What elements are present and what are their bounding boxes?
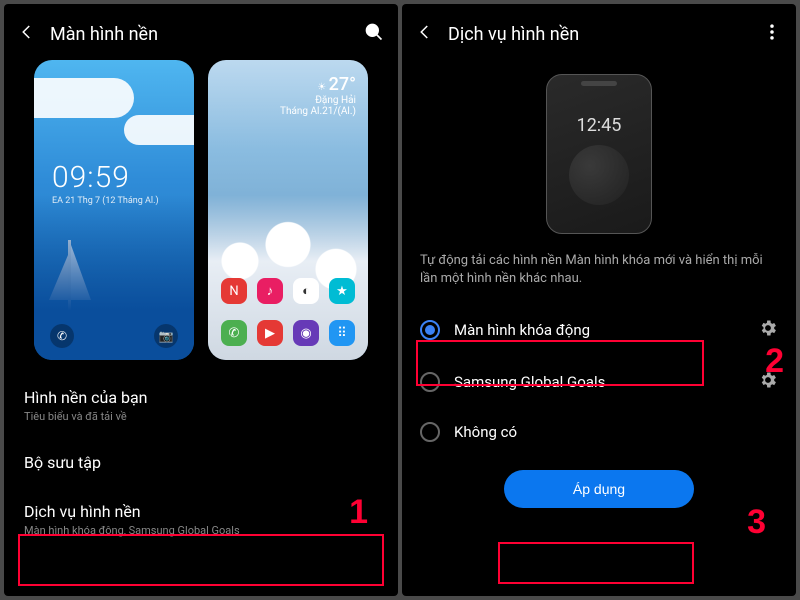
annotation-number-3: 3 (747, 503, 766, 542)
app-icon: ◐ (293, 278, 319, 304)
camera-shortcut-icon: 📷 (154, 324, 178, 348)
section-title: Hình nền của bạn (24, 388, 378, 407)
page-title: Dịch vụ hình nền (448, 24, 748, 45)
lockscreen-preview[interactable]: 09:59 EA 21 Thg 7 (12 Tháng Al.) ✆ 📷 (34, 60, 194, 360)
app-icon: ⠿ (329, 320, 355, 346)
radio-icon[interactable] (420, 422, 440, 442)
radio-label: Samsung Global Goals (454, 373, 744, 391)
option-samsung-global-goals[interactable]: Samsung Global Goals (416, 356, 782, 408)
annotation-number-2: 2 (765, 342, 784, 381)
annotation-box-3 (498, 542, 694, 584)
section-subtitle: Màn hình khóa động, Samsung Global Goals (24, 524, 378, 537)
back-icon[interactable] (18, 23, 36, 45)
lock-date: EA 21 Thg 7 (12 Tháng Al.) (52, 196, 159, 206)
more-icon[interactable] (762, 22, 782, 46)
service-preview-phone: 12:45 (546, 74, 652, 234)
back-icon[interactable] (416, 23, 434, 45)
section-gallery[interactable]: Bộ sưu tập (18, 439, 384, 486)
radio-label: Không có (454, 423, 778, 441)
wallpaper-previews: 09:59 EA 21 Thg 7 (12 Tháng Al.) ✆ 📷 ☀ 2… (18, 54, 384, 374)
homescreen-preview[interactable]: ☀ 27° Đặng Hải Tháng Al.21/(Al.) N ♪ ◐ ★… (208, 60, 368, 360)
page-title: Màn hình nền (50, 24, 350, 45)
header: Màn hình nền (18, 14, 384, 54)
mini-time: 12:45 (547, 115, 651, 136)
search-icon[interactable] (364, 22, 384, 46)
sailboat-art (44, 230, 94, 310)
phone-shortcut-icon: ✆ (50, 324, 74, 348)
header: Dịch vụ hình nền (416, 14, 782, 54)
radio-label: Màn hình khóa động (454, 321, 744, 339)
section-wallpaper-services[interactable]: Dịch vụ hình nền Màn hình khóa động, Sam… (18, 488, 384, 551)
weather-widget: ☀ 27° Đặng Hải Tháng Al.21/(Al.) (280, 74, 356, 117)
section-subtitle: Tiêu biểu và đã tải về (24, 410, 378, 423)
option-none[interactable]: Không có (416, 408, 782, 456)
app-icon: ★ (329, 278, 355, 304)
app-icon: ▶ (257, 320, 283, 346)
app-icon: ◉ (293, 320, 319, 346)
app-icon: ✆ (221, 320, 247, 346)
lock-time: 09:59 (52, 160, 130, 195)
section-your-wallpapers[interactable]: Hình nền của bạn Tiêu biểu và đã tải về (18, 374, 384, 437)
radio-icon[interactable] (420, 372, 440, 392)
section-title: Dịch vụ hình nền (24, 502, 378, 521)
radio-icon[interactable] (420, 320, 440, 340)
home-app-grid: N ♪ ◐ ★ ✆ ▶ ◉ ⠿ (208, 274, 368, 350)
service-description: Tự động tải các hình nền Màn hình khóa m… (416, 252, 782, 304)
app-icon: N (221, 278, 247, 304)
screen-wallpaper-settings: Màn hình nền 09:59 EA 21 Thg 7 (12 Tháng… (4, 4, 398, 596)
option-dynamic-lockscreen[interactable]: Màn hình khóa động (416, 304, 782, 356)
section-title: Bộ sưu tập (24, 453, 378, 472)
apply-button[interactable]: Áp dụng (504, 470, 694, 508)
gear-icon[interactable] (758, 318, 778, 342)
screen-wallpaper-services: Dịch vụ hình nền 12:45 Tự động tải các h… (402, 4, 796, 596)
annotation-number-1: 1 (349, 493, 368, 532)
app-icon: ♪ (257, 278, 283, 304)
